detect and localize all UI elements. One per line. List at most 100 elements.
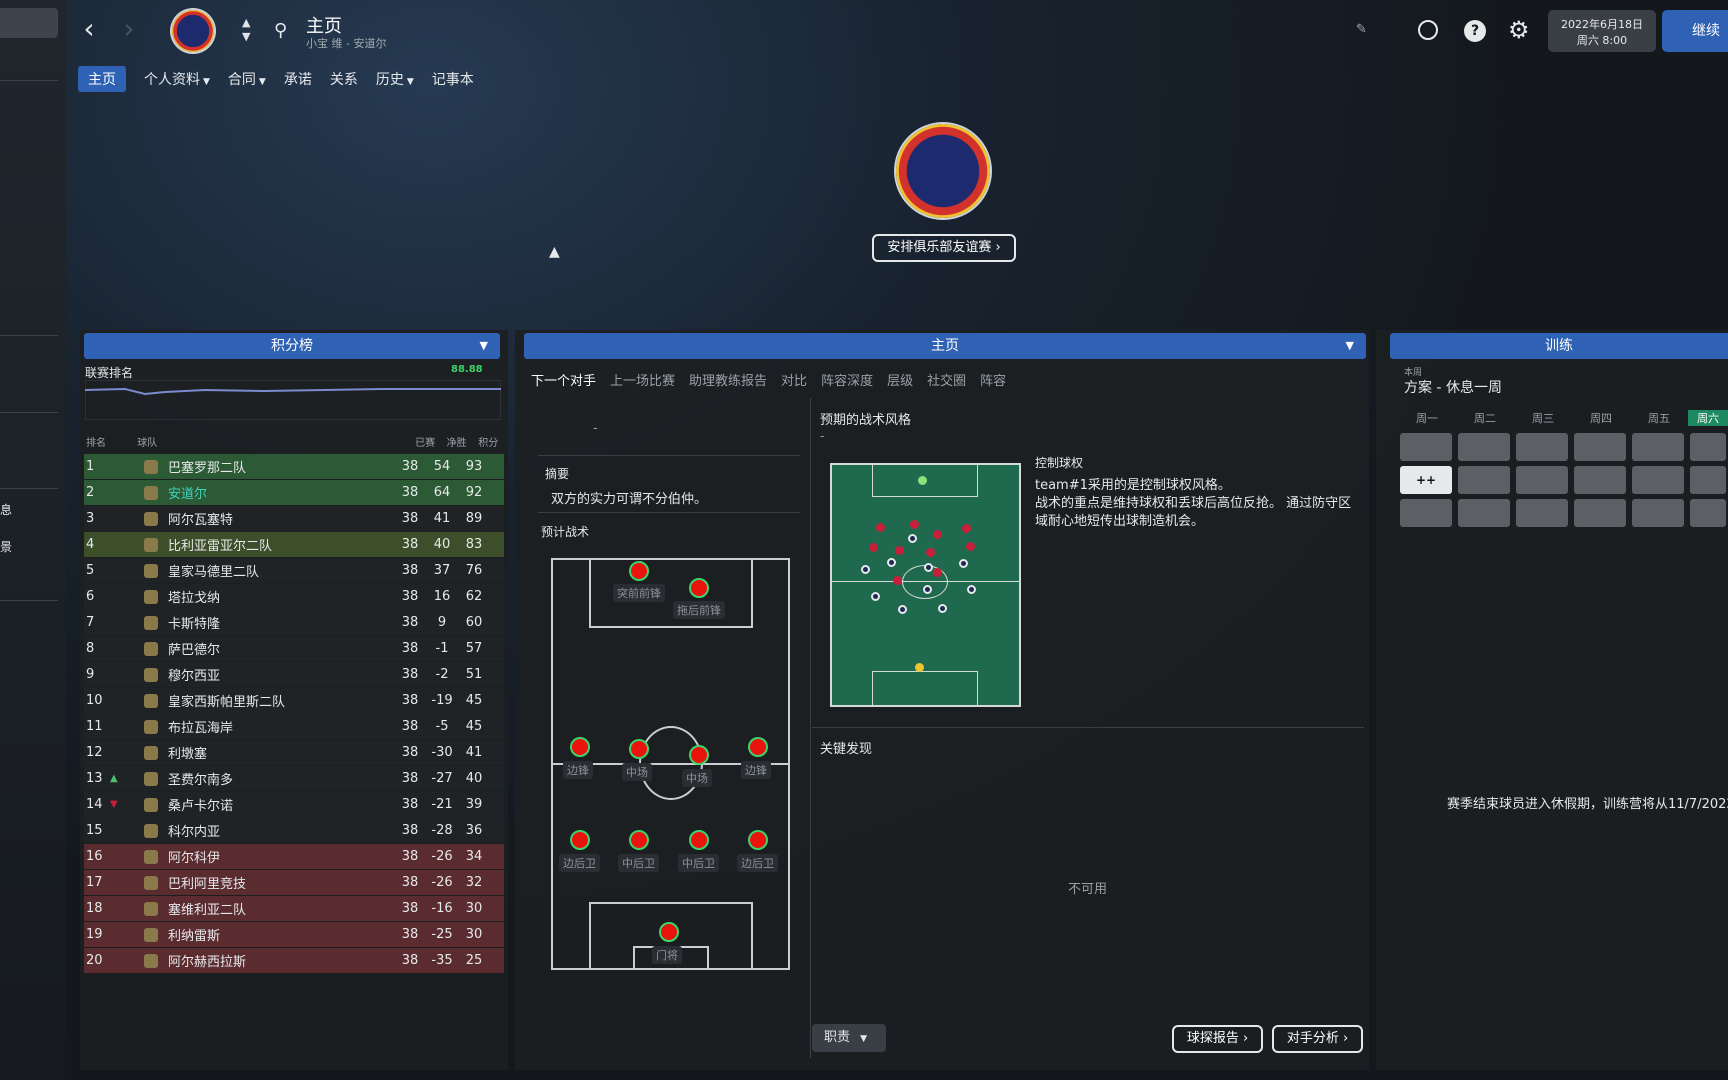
training-session-slot[interactable] xyxy=(1574,466,1626,494)
table-row[interactable]: 18 塞维利亚二队 38 -16 30 xyxy=(84,896,504,921)
player-af-dot[interactable] xyxy=(689,578,709,598)
training-session-slot[interactable] xyxy=(1516,433,1568,461)
tab-profile[interactable]: 个人资料 ▼ xyxy=(144,69,210,89)
rank-cell: 11 xyxy=(86,719,103,734)
tab-relations[interactable]: 关系 xyxy=(330,69,358,89)
tab-social[interactable]: 社交圈 xyxy=(927,370,966,389)
plus-button[interactable]: ++ xyxy=(1400,466,1452,494)
arrange-friendly-button[interactable]: 安排俱乐部友谊赛 › xyxy=(872,234,1016,262)
team-crest-icon xyxy=(144,485,158,500)
settings-gear-icon[interactable]: ⚙ xyxy=(1508,16,1530,44)
player-lw-dot[interactable] xyxy=(570,737,590,757)
tab-last-match[interactable]: 上一场比赛 xyxy=(610,370,675,389)
world-icon[interactable] xyxy=(1418,20,1438,40)
table-row[interactable]: 3 阿尔瓦塞特 38 41 89 xyxy=(84,506,504,531)
tab-squad[interactable]: 阵容 xyxy=(980,370,1006,389)
table-row[interactable]: 13 ▲ 圣费尔南多 38 -27 40 xyxy=(84,766,504,791)
style-desc-line2: 战术的重点是维持球权和丢球后高位反抢。 通过防守区 xyxy=(1035,496,1352,511)
training-session-slot[interactable] xyxy=(1516,499,1568,527)
table-row[interactable]: 20 阿尔赫西拉斯 38 -35 25 xyxy=(84,948,504,973)
help-icon[interactable]: ? xyxy=(1464,20,1486,42)
tab-home[interactable]: 主页 xyxy=(78,66,126,92)
training-session-slot[interactable] xyxy=(1400,499,1452,527)
standings-header[interactable]: 积分榜 ▼ xyxy=(84,333,500,359)
sidebar-item-1[interactable]: 息 xyxy=(0,501,12,518)
player-cm2-dot[interactable] xyxy=(689,745,709,765)
tab-notebook[interactable]: 记事本 xyxy=(432,69,474,89)
training-session-slot[interactable] xyxy=(1690,499,1726,527)
player-cb1-dot[interactable] xyxy=(629,830,649,850)
pts-cell: 45 xyxy=(465,719,483,734)
tab-squad-depth[interactable]: 阵容深度 xyxy=(821,370,873,389)
pts-cell: 30 xyxy=(465,901,483,916)
edit-icon[interactable]: ✎ xyxy=(1356,22,1367,37)
table-row[interactable]: 2 安道尔 38 64 92 xyxy=(84,480,504,505)
player-rb-dot[interactable] xyxy=(748,830,768,850)
tab-next-opponent[interactable]: 下一个对手 xyxy=(531,370,596,389)
date-box[interactable]: 2022年6月18日 周六 8:00 xyxy=(1548,10,1656,52)
training-session-slot[interactable] xyxy=(1400,433,1452,461)
player-cm1-dot[interactable] xyxy=(629,739,649,759)
opponent-analysis-button[interactable]: 对手分析 › xyxy=(1272,1025,1363,1053)
training-session-slot[interactable] xyxy=(1458,466,1510,494)
training-session-slot[interactable] xyxy=(1574,499,1626,527)
table-row[interactable]: 12 利墩塞 38 -30 41 xyxy=(84,740,504,765)
table-row[interactable]: 15 科尔内亚 38 -28 36 xyxy=(84,818,504,843)
continue-button[interactable]: 继续 xyxy=(1662,10,1728,52)
table-row[interactable]: 9 穆尔西亚 38 -2 51 xyxy=(84,662,504,687)
training-session-slot[interactable] xyxy=(1574,433,1626,461)
played-cell: 38 xyxy=(401,875,419,890)
table-row[interactable]: 14 ▼ 桑卢卡尔诺 38 -21 39 xyxy=(84,792,504,817)
training-session-slot[interactable] xyxy=(1632,499,1684,527)
training-session-slot[interactable] xyxy=(1690,433,1726,461)
search-icon[interactable]: ⚲ xyxy=(274,20,287,41)
form-value: 88.88 xyxy=(451,364,483,375)
table-row[interactable]: 17 巴利阿里竞技 38 -26 32 xyxy=(84,870,504,895)
movement-icon: ▲ xyxy=(110,773,118,784)
training-header[interactable]: 训练 xyxy=(1390,333,1728,359)
tab-contract[interactable]: 合同 ▼ xyxy=(228,69,266,89)
table-row[interactable]: 5 皇家马德里二队 38 37 76 xyxy=(84,558,504,583)
player-cb2-dot[interactable] xyxy=(689,830,709,850)
scout-report-button[interactable]: 球探报告 › xyxy=(1172,1025,1263,1053)
tab-hierarchy[interactable]: 层级 xyxy=(887,370,913,389)
training-session-slot[interactable] xyxy=(1690,466,1726,494)
training-session-slot[interactable] xyxy=(1458,499,1510,527)
table-row[interactable]: 6 塔拉戈纳 38 16 62 xyxy=(84,584,504,609)
table-row[interactable]: 19 利纳雷斯 38 -25 30 xyxy=(84,922,504,947)
table-row[interactable]: 4 比利亚雷亚尔二队 38 40 83 xyxy=(84,532,504,557)
pts-cell: 51 xyxy=(465,667,483,682)
training-session-slot[interactable] xyxy=(1516,466,1568,494)
pts-cell: 83 xyxy=(465,537,483,552)
tab-history[interactable]: 历史 ▼ xyxy=(376,69,414,89)
player-lb-dot[interactable] xyxy=(570,830,590,850)
style-red-dot xyxy=(933,568,942,577)
gd-cell: -16 xyxy=(431,901,453,916)
role-button[interactable]: 职责 ▼ xyxy=(812,1024,886,1052)
day-tue: 周二 xyxy=(1474,412,1496,425)
tab-compare[interactable]: 对比 xyxy=(781,370,807,389)
label-st: 突前前锋 xyxy=(613,584,665,602)
tab-promises[interactable]: 承诺 xyxy=(284,69,312,89)
back-button[interactable]: ‹ xyxy=(74,14,104,46)
club-badge-icon[interactable] xyxy=(172,10,214,52)
player-rw-dot[interactable] xyxy=(748,737,768,757)
club-switch-icon[interactable]: ▲ ▼ xyxy=(242,16,250,44)
sidebar-item-2[interactable]: 景 xyxy=(0,538,12,555)
table-row[interactable]: 7 卡斯特隆 38 9 60 xyxy=(84,610,504,635)
training-session-slot[interactable] xyxy=(1632,466,1684,494)
forward-button[interactable]: › xyxy=(114,14,144,46)
table-row[interactable]: 10 皇家西斯帕里斯二队 38 -19 45 xyxy=(84,688,504,713)
sidebar-top-item[interactable] xyxy=(0,8,58,38)
tab-assistant-report[interactable]: 助理教练报告 xyxy=(689,370,767,389)
style-gk2-dot xyxy=(915,663,924,672)
training-session-slot[interactable] xyxy=(1458,433,1510,461)
home-panel-header[interactable]: 主页 ▼ xyxy=(524,333,1366,359)
table-row[interactable]: 16 阿尔科伊 38 -26 34 xyxy=(84,844,504,869)
table-row[interactable]: 1 巴塞罗那二队 38 54 93 xyxy=(84,454,504,479)
player-st-dot[interactable] xyxy=(629,561,649,581)
player-gk-dot[interactable] xyxy=(659,922,679,942)
table-row[interactable]: 8 萨巴德尔 38 -1 57 xyxy=(84,636,504,661)
training-session-slot[interactable] xyxy=(1632,433,1684,461)
table-row[interactable]: 11 布拉瓦海岸 38 -5 45 xyxy=(84,714,504,739)
